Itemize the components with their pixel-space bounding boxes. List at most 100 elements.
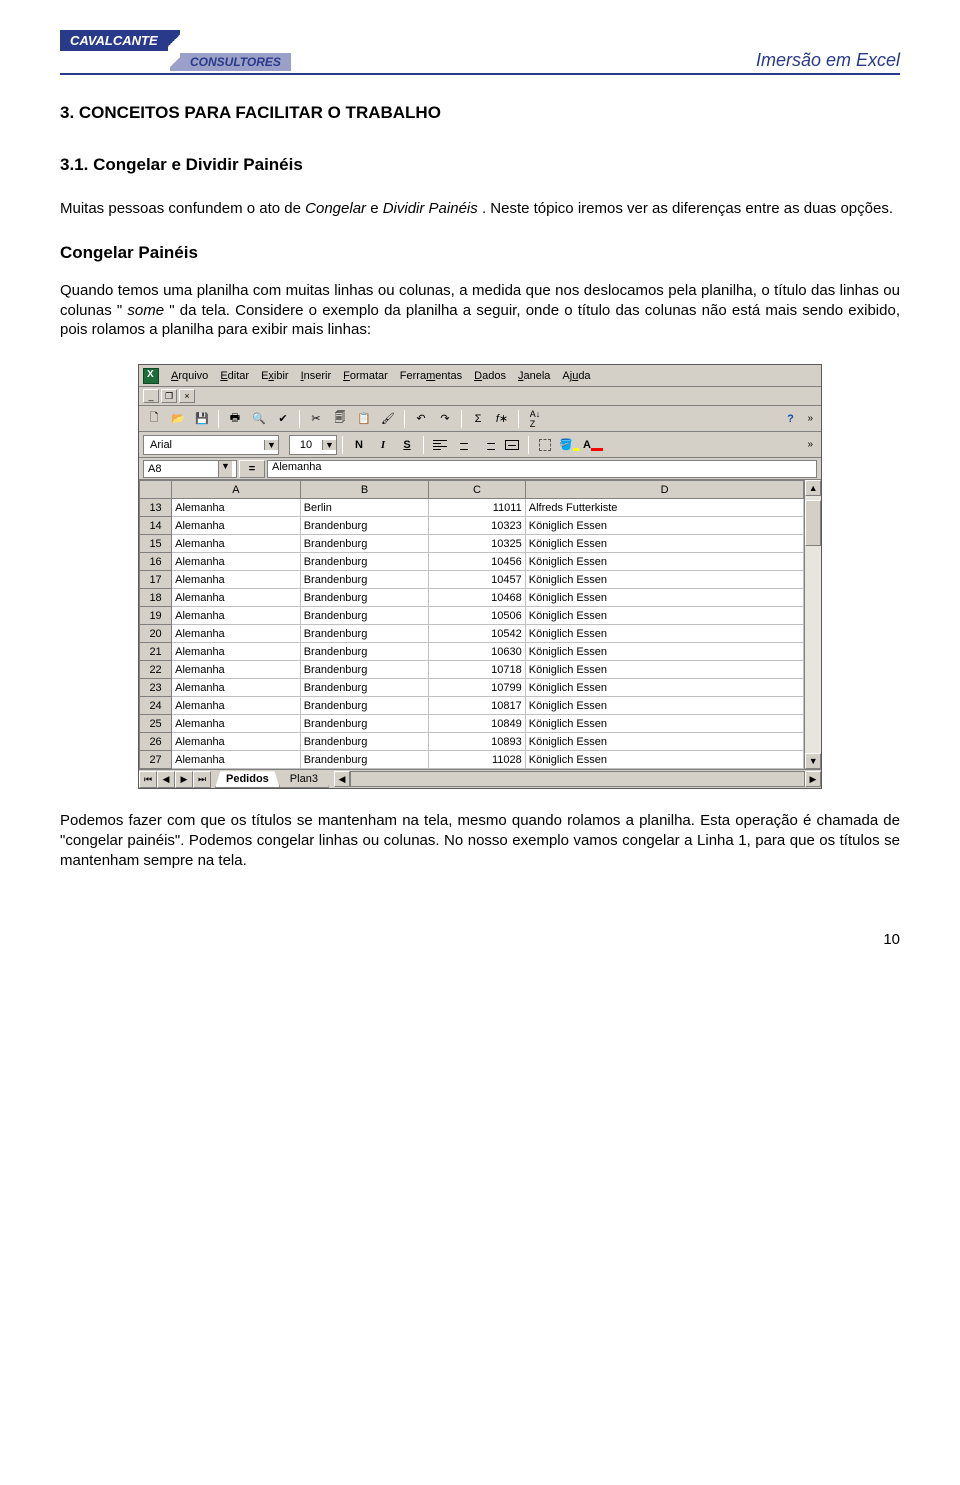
row-header[interactable]: 20 [140,625,172,643]
col-header-b[interactable]: B [300,481,429,499]
cell[interactable]: 11028 [429,751,525,769]
horizontal-scrollbar[interactable]: ◀ ▶ [334,771,821,787]
cell[interactable]: Alemanha [172,697,301,715]
scroll-down-icon[interactable]: ▼ [805,753,821,769]
cell[interactable]: Alemanha [172,553,301,571]
cell[interactable]: Brandenburg [300,553,429,571]
autosum-icon[interactable]: Σ [467,409,489,429]
cell[interactable]: 10893 [429,733,525,751]
print-icon[interactable]: 🖶 [224,409,246,429]
cell[interactable]: Königlich Essen [525,517,804,535]
menu-arquivo[interactable]: Arquivo [165,369,214,383]
cell[interactable]: 10457 [429,571,525,589]
borders-icon[interactable] [534,435,556,455]
next-tab-icon[interactable]: ▶ [175,771,193,788]
scroll-thumb[interactable] [351,772,804,786]
toolbar-overflow-icon[interactable]: » [803,413,817,424]
paste-icon[interactable]: 📋 [353,409,375,429]
col-header-a[interactable]: A [172,481,301,499]
first-tab-icon[interactable]: ⏮ [139,771,157,788]
row-header[interactable]: 26 [140,733,172,751]
cell[interactable]: Königlich Essen [525,643,804,661]
scroll-track[interactable] [350,771,805,787]
cell[interactable]: Königlich Essen [525,733,804,751]
copy-icon[interactable]: 🗐 [329,409,351,429]
cell[interactable]: 10799 [429,679,525,697]
cell[interactable]: Brandenburg [300,535,429,553]
close-button[interactable]: × [179,389,195,403]
align-right-icon[interactable] [477,435,499,455]
font-size-combo[interactable]: 10 ▼ [289,435,337,455]
col-header-c[interactable]: C [429,481,525,499]
cell[interactable]: Königlich Essen [525,535,804,553]
cell[interactable]: Königlich Essen [525,697,804,715]
menu-formatar[interactable]: Formatar [337,369,394,383]
cell[interactable]: Alemanha [172,517,301,535]
cell[interactable]: 10849 [429,715,525,733]
cell[interactable]: Brandenburg [300,517,429,535]
format-painter-icon[interactable]: 🖌 [377,409,399,429]
cell[interactable]: Brandenburg [300,607,429,625]
bold-icon[interactable]: N [348,435,370,455]
cell[interactable]: Brandenburg [300,715,429,733]
help-icon[interactable]: ? [779,409,801,429]
cell[interactable]: Brandenburg [300,679,429,697]
new-icon[interactable]: 🗋 [143,409,165,429]
font-color-icon[interactable]: A [582,435,604,455]
cell[interactable]: Königlich Essen [525,679,804,697]
row-header[interactable]: 13 [140,499,172,517]
row-header[interactable]: 25 [140,715,172,733]
cell[interactable]: Alemanha [172,733,301,751]
cell[interactable]: Alemanha [172,589,301,607]
cell[interactable]: Alemanha [172,625,301,643]
align-center-icon[interactable] [453,435,475,455]
cell[interactable]: 10325 [429,535,525,553]
menu-inserir[interactable]: Inserir [295,369,338,383]
cell[interactable]: Königlich Essen [525,625,804,643]
dropdown-icon[interactable]: ▼ [264,440,278,450]
sort-asc-icon[interactable]: A↓Z [524,409,546,429]
row-header[interactable]: 14 [140,517,172,535]
cell[interactable]: 10817 [429,697,525,715]
cell[interactable]: Königlich Essen [525,715,804,733]
cell[interactable]: Brandenburg [300,643,429,661]
italic-icon[interactable]: I [372,435,394,455]
cell[interactable]: 10630 [429,643,525,661]
menu-dados[interactable]: Dados [468,369,512,383]
row-header[interactable]: 18 [140,589,172,607]
save-icon[interactable]: 💾 [191,409,213,429]
merge-center-icon[interactable] [501,435,523,455]
cell[interactable]: Brandenburg [300,733,429,751]
align-left-icon[interactable] [429,435,451,455]
cell[interactable]: Berlin [300,499,429,517]
cell[interactable]: Alemanha [172,571,301,589]
formula-input[interactable]: Alemanha [267,460,817,478]
cell[interactable]: Alemanha [172,751,301,769]
redo-icon[interactable]: ↷ [434,409,456,429]
row-header[interactable]: 19 [140,607,172,625]
row-header[interactable]: 21 [140,643,172,661]
row-header[interactable]: 16 [140,553,172,571]
toolbar-overflow-icon[interactable]: » [803,439,817,450]
sheet-tab-plan3[interactable]: Plan3 [279,771,329,788]
cell[interactable]: Königlich Essen [525,751,804,769]
cell[interactable]: Brandenburg [300,625,429,643]
menu-ajuda[interactable]: Ajuda [556,369,596,383]
menu-editar[interactable]: Editar [214,369,255,383]
cell[interactable]: 10718 [429,661,525,679]
scroll-up-icon[interactable]: ▲ [805,480,821,496]
row-header[interactable]: 27 [140,751,172,769]
underline-icon[interactable]: S [396,435,418,455]
cell[interactable]: 10456 [429,553,525,571]
minimize-button[interactable]: _ [143,389,159,403]
dropdown-icon[interactable]: ▼ [218,461,232,477]
menu-ferramentas[interactable]: Ferramentas [394,369,468,383]
menu-janela[interactable]: Janela [512,369,556,383]
cell[interactable]: 10506 [429,607,525,625]
cell[interactable]: Brandenburg [300,571,429,589]
cell[interactable]: 10542 [429,625,525,643]
print-preview-icon[interactable]: 🔍 [248,409,270,429]
fill-color-icon[interactable]: 🪣 [558,435,580,455]
spellcheck-icon[interactable]: ✔ [272,409,294,429]
cell[interactable]: 10468 [429,589,525,607]
